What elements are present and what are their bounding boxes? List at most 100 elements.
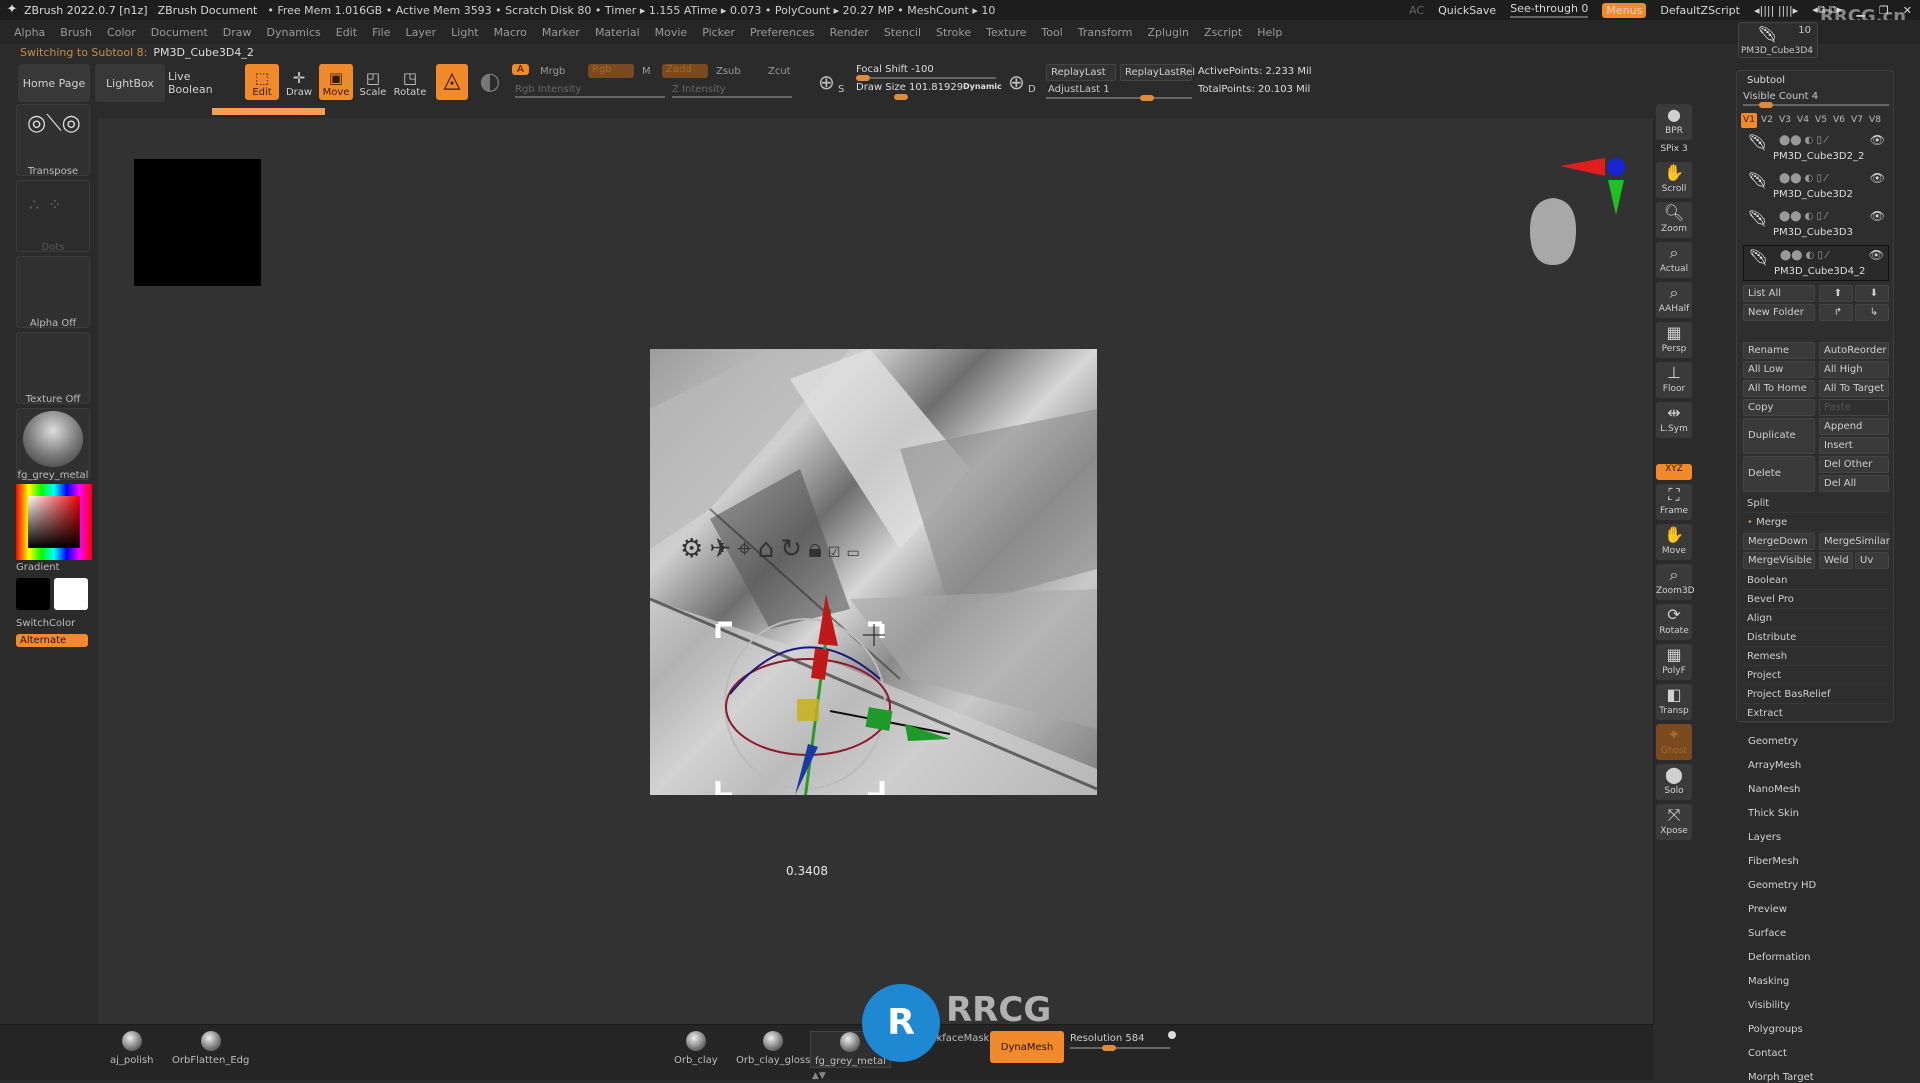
tool-section-layers[interactable]: Layers — [1748, 832, 1781, 843]
material-orbflatten[interactable]: OrbFlatten_Edg — [172, 1031, 249, 1066]
m-button[interactable]: M — [642, 66, 651, 77]
material-orb-clay[interactable]: Orb_clay — [674, 1031, 718, 1066]
live-boolean-button[interactable]: Live Boolean — [168, 64, 238, 102]
gizmo-handle-green[interactable] — [865, 707, 893, 731]
lightbox-button[interactable]: LightBox — [95, 64, 165, 102]
weld-button[interactable]: Weld — [1819, 552, 1853, 569]
split-section[interactable]: Split — [1743, 495, 1889, 513]
stroke-d-icon[interactable]: ⊕ — [1008, 70, 1025, 94]
shelf-persp[interactable]: ▦ Persp — [1656, 322, 1692, 358]
section-bevel-pro[interactable]: Bevel Pro — [1743, 591, 1889, 609]
solo-sphere-button[interactable]: ◐ — [474, 64, 506, 100]
home-page-button[interactable]: Home Page — [18, 64, 90, 102]
switchcolor-button[interactable]: SwitchColor — [16, 618, 90, 629]
shelf-spix-3[interactable]: SPix 3 — [1656, 144, 1692, 158]
shelf-floor[interactable]: ⊥ Floor — [1656, 362, 1692, 398]
adjust-last-slider[interactable]: AdjustLast 1 — [1048, 84, 1110, 95]
color-picker[interactable] — [16, 484, 92, 560]
replay-last-rel-button[interactable]: ReplayLastRel — [1120, 64, 1195, 81]
menu-tool[interactable]: Tool — [1041, 26, 1062, 39]
menu-alpha[interactable]: Alpha — [14, 26, 45, 39]
zsub-button[interactable]: Zsub — [716, 66, 741, 77]
rename-button[interactable]: Rename — [1743, 342, 1815, 359]
ac-label[interactable]: AC — [1409, 4, 1424, 17]
subtool-item[interactable]: 🪶︎ ⬤⬤ ◐ ▯ ⁄ 👁︎ PM3D_Cube3D2_2 — [1743, 131, 1889, 167]
merge-section[interactable]: • Merge — [1743, 514, 1889, 532]
menu-marker[interactable]: Marker — [542, 26, 580, 39]
see-through-slider[interactable]: See-through 0 — [1510, 2, 1589, 18]
secondary-color-swatch[interactable] — [54, 578, 88, 610]
menu-zplugin[interactable]: Zplugin — [1147, 26, 1189, 39]
duplicate-button[interactable]: Duplicate — [1743, 418, 1815, 454]
tray-arrows-icon[interactable]: ◂|||| ||||▸ — [1754, 4, 1798, 17]
alternate-button[interactable]: Alternate — [16, 634, 88, 647]
subtool-title[interactable]: Subtool — [1747, 75, 1785, 86]
resolution-slider[interactable]: Resolution 584 — [1070, 1033, 1145, 1044]
orientation-navigator[interactable] — [1510, 150, 1640, 270]
menu-dynamics[interactable]: Dynamics — [267, 26, 321, 39]
dynamesh-button[interactable]: DynaMesh — [990, 1031, 1064, 1063]
tool-section-polygroups[interactable]: Polygroups — [1748, 1024, 1803, 1035]
mergesimilar-button[interactable]: MergeSimilar — [1819, 533, 1890, 550]
shelf-zoom3d[interactable]: ⌕ Zoom3D — [1656, 564, 1695, 600]
tool-section-morph-target[interactable]: Morph Target — [1748, 1072, 1814, 1083]
subtool-toggles-icon[interactable]: ⬤⬤ ◐ ▯ ⁄ — [1779, 173, 1827, 184]
shelf-move[interactable]: ✋ Move — [1656, 524, 1692, 560]
menu-edit[interactable]: Edit — [336, 26, 357, 39]
gizmo-toggle-button[interactable]: ◬ — [436, 64, 468, 100]
section-project[interactable]: Project — [1743, 667, 1889, 685]
shelf-actual[interactable]: ⌕ Actual — [1656, 242, 1692, 278]
menu-material[interactable]: Material — [595, 26, 640, 39]
mrgb-button[interactable]: Mrgb — [540, 66, 565, 77]
quicksave-button[interactable]: QuickSave — [1438, 4, 1496, 17]
menu-document[interactable]: Document — [151, 26, 208, 39]
subtool-item[interactable]: 🪶︎ ⬤⬤ ◐ ▯ ⁄ 👁︎ PM3D_Cube3D4_2 — [1743, 245, 1889, 281]
mergedown-button[interactable]: MergeDown — [1743, 533, 1815, 550]
menu-color[interactable]: Color — [107, 26, 136, 39]
mergevisible-button[interactable]: MergeVisible — [1743, 552, 1815, 569]
menu-texture[interactable]: Texture — [986, 26, 1026, 39]
visibility-set-v5[interactable]: V5 — [1813, 113, 1829, 128]
all-to-target-button[interactable]: All To Target — [1819, 380, 1889, 397]
del-other-button[interactable]: Del Other — [1819, 456, 1889, 473]
menu-preferences[interactable]: Preferences — [750, 26, 815, 39]
viewport-mesh[interactable]: ⚙✈⌖⌂↻🔒︎☑▭ — [650, 349, 1097, 795]
edit-button[interactable]: ⬚ Edit — [245, 64, 279, 100]
menu-light[interactable]: Light — [451, 26, 478, 39]
shelf-xyz[interactable]: XYZ — [1656, 464, 1692, 480]
subtool-item[interactable]: 🪶︎ ⬤⬤ ◐ ▯ ⁄ 👁︎ PM3D_Cube3D2 — [1743, 169, 1889, 205]
copy-button[interactable]: Copy — [1743, 399, 1815, 416]
stroke-s-icon[interactable]: ⊕ — [818, 70, 835, 94]
shelf-l-sym[interactable]: ⇹ L.Sym — [1656, 402, 1692, 438]
visibility-set-v1[interactable]: V1 — [1741, 113, 1757, 128]
menu-layer[interactable]: Layer — [405, 26, 436, 39]
visibility-set-v3[interactable]: V3 — [1777, 113, 1793, 128]
subtool-toggles-icon[interactable]: ⬤⬤ ◐ ▯ ⁄ — [1779, 211, 1827, 222]
autoreorder-button[interactable]: AutoReorder — [1819, 342, 1889, 359]
subtool-toggles-icon[interactable]: ⬤⬤ ◐ ▯ ⁄ — [1779, 135, 1827, 146]
menu-movie[interactable]: Movie — [655, 26, 688, 39]
eye-icon[interactable]: 👁︎ — [1869, 248, 1884, 262]
menu-brush[interactable]: Brush — [60, 26, 92, 39]
menus-button[interactable]: Menus — [1602, 2, 1647, 18]
shelf-transp[interactable]: ◧ Transp — [1656, 684, 1692, 720]
all-low-button[interactable]: All Low — [1743, 361, 1815, 378]
section-project-basrelief[interactable]: Project BasRelief — [1743, 686, 1889, 704]
new-folder-button[interactable]: New Folder — [1743, 304, 1815, 321]
menu-picker[interactable]: Picker — [702, 26, 735, 39]
color-saturation-square[interactable] — [28, 496, 80, 548]
gizmo-center-handle[interactable] — [797, 699, 819, 721]
section-align[interactable]: Align — [1743, 610, 1889, 628]
shelf-frame[interactable]: ⛶ Frame — [1656, 484, 1692, 520]
transform-gizmo[interactable] — [650, 349, 1097, 795]
all-to-home-button[interactable]: All To Home — [1743, 380, 1815, 397]
rotate-button[interactable]: ◳ Rotate — [393, 64, 427, 100]
tool-thumbnail[interactable]: 🪶︎ 10 PM3D_Cube3D4 — [1738, 22, 1818, 58]
z-intensity-slider[interactable] — [672, 96, 792, 98]
tool-section-preview[interactable]: Preview — [1748, 904, 1787, 915]
tool-section-geometry[interactable]: Geometry — [1748, 736, 1798, 747]
shelf-xpose[interactable]: ⤧ Xpose — [1656, 804, 1692, 840]
primary-color-swatch[interactable] — [16, 578, 50, 610]
draw-size-slider[interactable]: Draw Size 101.81929 — [856, 82, 963, 93]
menu-stencil[interactable]: Stencil — [884, 26, 921, 39]
